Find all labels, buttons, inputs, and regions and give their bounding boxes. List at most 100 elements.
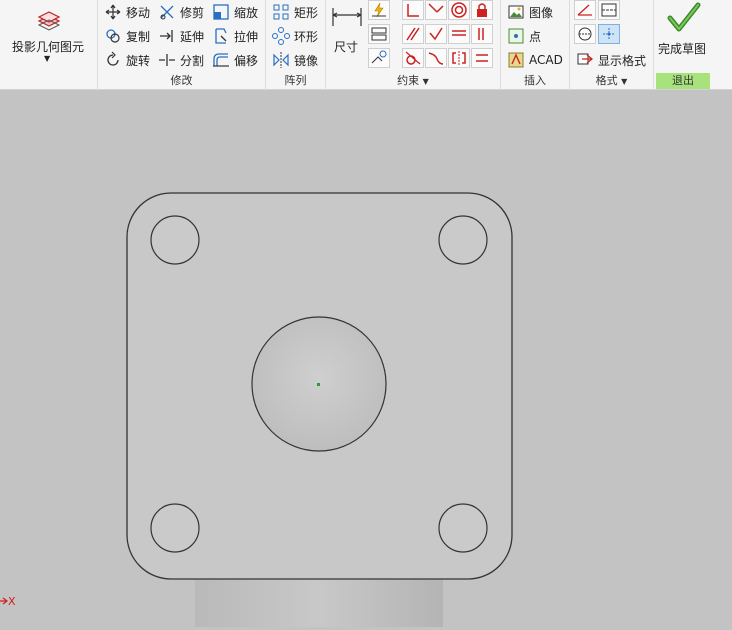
lock-icon — [477, 3, 487, 17]
panel-exit: 完成草图 退出 — [654, 0, 712, 90]
mirror-label: 镜像 — [294, 53, 319, 68]
panel-format: 显示格式 格式 ▼ — [570, 0, 654, 90]
relax-icon — [371, 50, 387, 64]
coincident-button[interactable] — [402, 0, 424, 20]
show-format-label: 显示格式 — [598, 53, 647, 68]
dimension-button[interactable]: 尺寸 — [330, 2, 364, 68]
tangent-icon — [405, 51, 421, 65]
rotate-icon — [107, 51, 119, 66]
split-label: 分割 — [180, 53, 205, 68]
equal-button[interactable] — [471, 48, 493, 68]
scale-button[interactable]: 缩放 — [212, 1, 258, 23]
show-format-button[interactable]: 显示格式 — [576, 49, 646, 71]
horizontal-button[interactable] — [448, 24, 470, 44]
perpendicular-button[interactable] — [425, 24, 447, 44]
construction-button[interactable] — [574, 0, 596, 20]
circ-pattern-label: 环形 — [294, 29, 319, 44]
collinear-button[interactable] — [425, 0, 447, 20]
bolt-hole-top-right[interactable] — [438, 215, 488, 265]
rect-pattern-label: 矩形 — [294, 5, 319, 20]
trim-label: 修剪 — [180, 5, 205, 20]
constraint-display-icon — [371, 27, 387, 41]
panel-pattern: 矩形 环形 镜像 阵列 — [266, 0, 326, 90]
center-point[interactable] — [317, 383, 320, 386]
modify-panel-title: 修改 — [170, 74, 193, 87]
relax-mode-button[interactable] — [368, 48, 390, 68]
center-point-button[interactable] — [574, 24, 596, 44]
bolt-hole-bottom-left[interactable] — [150, 503, 200, 553]
dimension-icon — [332, 8, 362, 26]
point-icon — [508, 28, 524, 44]
project-geometry-icon — [37, 11, 61, 31]
image-label: 图像 — [529, 5, 554, 20]
crosshair-icon — [603, 28, 615, 40]
finish-sketch-button[interactable]: 完成草图 — [656, 2, 712, 68]
graphics-canvas[interactable]: X — [0, 91, 732, 630]
image-icon — [508, 5, 524, 19]
offset-button[interactable]: 偏移 — [212, 49, 258, 71]
move-icon — [105, 4, 121, 20]
constrain-panel-title[interactable]: 约束 ▼ — [326, 73, 500, 89]
checkmark-icon — [667, 2, 701, 32]
concentric-button[interactable] — [448, 0, 470, 20]
fix-button[interactable] — [471, 0, 493, 20]
offset-icon — [213, 53, 229, 67]
panel-insert: 图像 点 ACAD 插入 — [501, 0, 570, 90]
chevron-down-icon[interactable]: ▼ — [44, 54, 50, 63]
symmetric-button[interactable] — [448, 48, 470, 68]
centerline-button[interactable] — [598, 0, 620, 20]
show-constraints-button[interactable] — [368, 24, 390, 44]
smooth-button[interactable] — [425, 48, 447, 68]
bolt-hole-bottom-right[interactable] — [438, 503, 488, 553]
insert-acad-button[interactable]: ACAD — [507, 49, 563, 71]
split-button[interactable]: 分割 — [158, 49, 204, 71]
tangent-button[interactable] — [402, 48, 424, 68]
bolt-hole-top-left[interactable] — [150, 215, 200, 265]
chevron-down-icon: ▼ — [621, 77, 628, 86]
driven-dimension-button[interactable] — [598, 24, 620, 44]
scale-label: 缩放 — [234, 5, 259, 20]
trim-icon — [160, 5, 174, 20]
coincident-icon — [407, 4, 419, 17]
extend-button[interactable]: 延伸 — [158, 25, 204, 47]
x-axis-label: X — [8, 595, 16, 608]
smooth-icon — [428, 52, 444, 65]
parallel-button[interactable] — [402, 24, 424, 44]
rect-pattern-button[interactable]: 矩形 — [272, 1, 318, 23]
move-button[interactable]: 移动 — [104, 1, 150, 23]
insert-image-button[interactable]: 图像 — [507, 1, 553, 23]
format-title-label: 格式 — [595, 74, 618, 87]
parallel-icon — [406, 27, 420, 41]
copy-label: 复制 — [126, 29, 151, 44]
circ-pattern-button[interactable]: 环形 — [272, 25, 318, 47]
circular-pattern-icon — [272, 27, 290, 45]
shaft-body — [195, 577, 443, 630]
perpendicular-icon — [429, 27, 443, 41]
insert-point-button[interactable]: 点 — [507, 25, 541, 47]
project-geometry-button[interactable]: 投影几何图元 ▼ — [4, 2, 94, 68]
centerline-icon — [601, 3, 617, 17]
dimension-label: 尺寸 — [334, 40, 359, 54]
auto-dimension-button[interactable] — [368, 0, 390, 20]
acad-icon — [508, 52, 524, 68]
rotate-label: 旋转 — [126, 53, 151, 68]
copy-button[interactable]: 复制 — [104, 25, 150, 47]
exit-panel-title: 退出 — [656, 73, 710, 89]
show-format-icon — [577, 53, 594, 65]
stretch-label: 拉伸 — [234, 29, 259, 44]
stretch-button[interactable]: 拉伸 — [212, 25, 258, 47]
vertical-icon — [478, 28, 484, 40]
vertical-button[interactable] — [471, 24, 493, 44]
mirror-button[interactable]: 镜像 — [272, 49, 318, 71]
trim-button[interactable]: 修剪 — [158, 1, 204, 23]
rotate-button[interactable]: 旋转 — [104, 49, 150, 71]
lightning-icon — [372, 2, 386, 18]
equal-icon — [476, 54, 488, 62]
sketch-viewport[interactable]: X — [0, 91, 732, 630]
center-point-icon — [578, 27, 592, 41]
format-panel-title[interactable]: 格式 ▼ — [570, 73, 653, 89]
concentric-icon — [451, 2, 467, 18]
constrain-title-label: 约束 — [397, 74, 420, 87]
scale-icon — [213, 4, 229, 20]
move-label: 移动 — [126, 5, 151, 20]
